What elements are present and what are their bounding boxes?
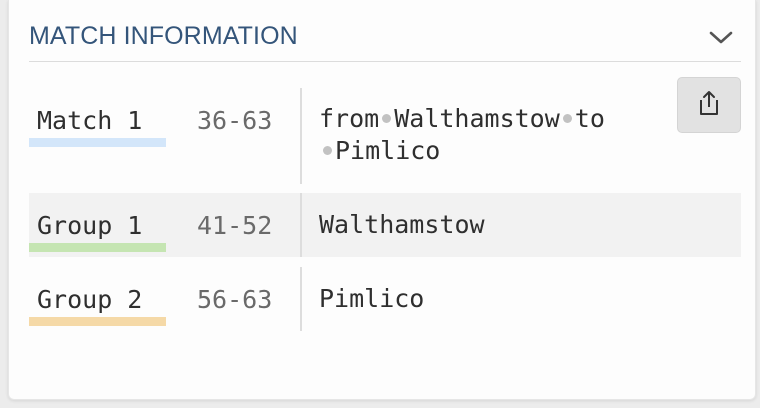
match-row: Match 1 36-63 from Walthamstow to Pimlico (29, 88, 741, 184)
row-label-text: Group 2 (37, 285, 143, 314)
space-dot (382, 114, 392, 123)
desc-word: Walthamstow (394, 104, 560, 133)
row-description: Pimlico (319, 284, 425, 313)
space-dot (323, 146, 332, 155)
row-divider (300, 88, 302, 184)
row-label: Match 1 (29, 108, 166, 148)
row-description: Walthamstow (319, 210, 485, 239)
row-label: Group 1 (29, 213, 166, 253)
group-row: Group 2 56-63 Pimlico (29, 267, 741, 331)
row-range: 41-52 (197, 211, 273, 240)
row-range: 56-63 (197, 285, 273, 314)
row-range: 36-63 (197, 106, 273, 135)
space-dot (562, 114, 572, 123)
panel-title: MATCH INFORMATION (29, 22, 298, 50)
desc-word: from (319, 104, 380, 133)
row-description: from Walthamstow to Pimlico (319, 103, 679, 167)
row-color-bar (29, 138, 166, 147)
row-color-bar (29, 243, 166, 252)
match-information-panel: MATCH INFORMATION Match 1 36-63 from Walt… (8, 0, 756, 400)
group-row: Group 1 41-52 Walthamstow (29, 193, 741, 257)
chevron-down-icon[interactable] (707, 24, 735, 52)
row-label-text: Group 1 (37, 211, 143, 240)
row-label-text: Match 1 (37, 106, 143, 135)
row-color-bar (29, 317, 166, 326)
panel-header: MATCH INFORMATION (29, 18, 741, 62)
row-divider (300, 267, 302, 331)
row-label: Group 2 (29, 287, 166, 327)
row-divider (300, 193, 302, 257)
desc-word: to (574, 104, 605, 133)
desc-word: Pimlico (335, 136, 441, 165)
